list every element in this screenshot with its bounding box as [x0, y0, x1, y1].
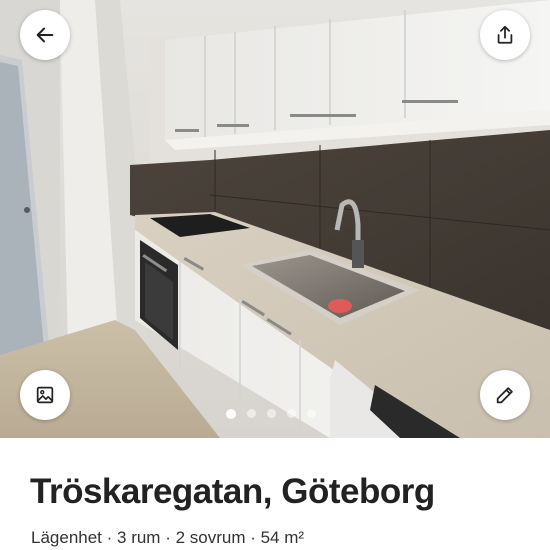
carousel-dot[interactable] — [307, 409, 316, 418]
pencil-icon — [496, 387, 513, 404]
carousel-dot[interactable] — [247, 409, 256, 418]
back-button[interactable] — [20, 10, 70, 60]
gallery-button[interactable] — [20, 370, 70, 420]
carousel-dot[interactable] — [287, 409, 296, 418]
listing-info: Tröskaregatan, Göteborg Lägenhet · 3 rum… — [0, 438, 550, 550]
listing-details: Lägenhet · 3 rum · 2 sovrum · 54 m² — [31, 528, 305, 547]
edit-button[interactable] — [480, 370, 530, 420]
listing-photo[interactable] — [0, 0, 550, 438]
image-icon — [36, 386, 54, 404]
kitchen-photo — [0, 0, 550, 438]
share-icon — [497, 25, 513, 44]
share-button[interactable] — [480, 10, 530, 60]
arrow-left-icon — [36, 27, 54, 43]
listing-title: Tröskaregatan, Göteborg — [30, 472, 435, 511]
carousel-dot[interactable] — [267, 409, 276, 418]
carousel-dot-active[interactable] — [226, 408, 236, 419]
carousel-indicator — [226, 408, 316, 419]
